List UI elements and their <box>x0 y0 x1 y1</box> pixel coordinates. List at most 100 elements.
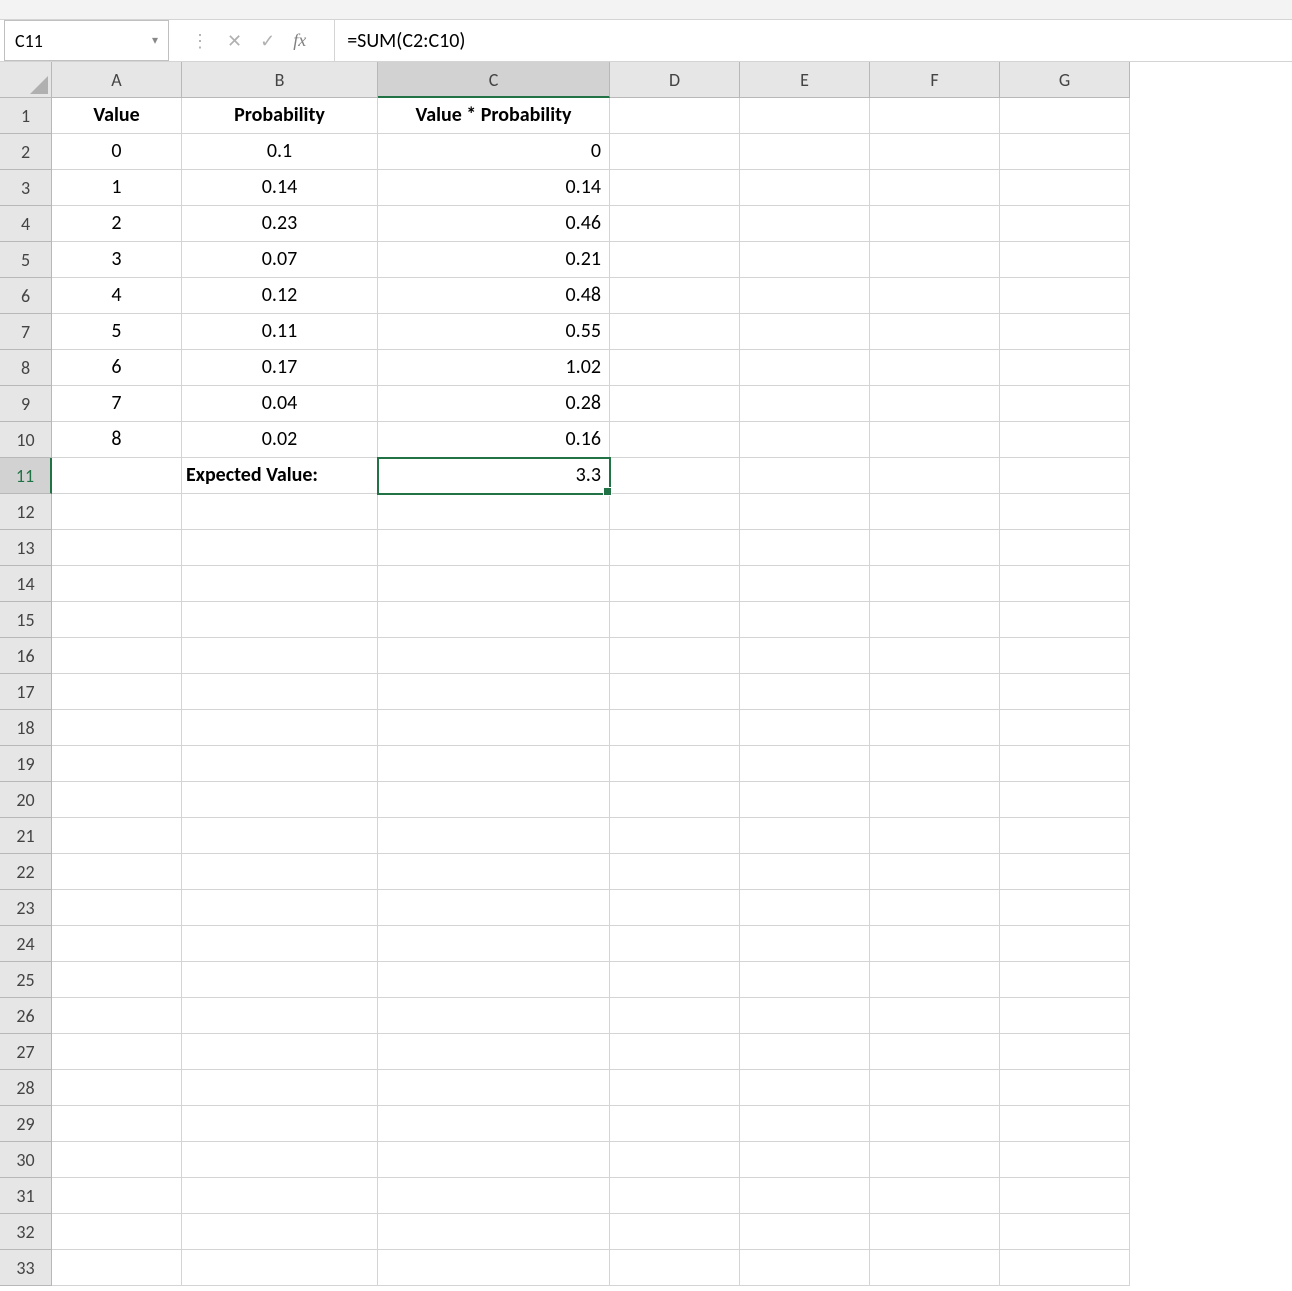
cell-B3[interactable]: 0.14 <box>182 170 378 206</box>
cell-B13[interactable] <box>182 530 378 566</box>
cell-D5[interactable] <box>610 242 740 278</box>
cell-C11[interactable]: 3.3 <box>378 458 610 494</box>
row-header-25[interactable]: 25 <box>0 962 52 998</box>
row-header-12[interactable]: 12 <box>0 494 52 530</box>
cell-G2[interactable] <box>1000 134 1130 170</box>
cell-A17[interactable] <box>52 674 182 710</box>
row-header-20[interactable]: 20 <box>0 782 52 818</box>
cell-A27[interactable] <box>52 1034 182 1070</box>
cell-C5[interactable]: 0.21 <box>378 242 610 278</box>
cell-E15[interactable] <box>740 602 870 638</box>
cell-C17[interactable] <box>378 674 610 710</box>
cell-B18[interactable] <box>182 710 378 746</box>
cell-E3[interactable] <box>740 170 870 206</box>
cell-A1[interactable]: Value <box>52 98 182 134</box>
cell-B21[interactable] <box>182 818 378 854</box>
cell-A12[interactable] <box>52 494 182 530</box>
cell-F24[interactable] <box>870 926 1000 962</box>
cell-B30[interactable] <box>182 1142 378 1178</box>
cell-C32[interactable] <box>378 1214 610 1250</box>
row-header-1[interactable]: 1 <box>0 98 52 134</box>
cell-B28[interactable] <box>182 1070 378 1106</box>
cell-C12[interactable] <box>378 494 610 530</box>
cell-F7[interactable] <box>870 314 1000 350</box>
cell-A22[interactable] <box>52 854 182 890</box>
cell-D13[interactable] <box>610 530 740 566</box>
cell-E24[interactable] <box>740 926 870 962</box>
cell-F9[interactable] <box>870 386 1000 422</box>
cell-C7[interactable]: 0.55 <box>378 314 610 350</box>
cell-B33[interactable] <box>182 1250 378 1286</box>
cell-D17[interactable] <box>610 674 740 710</box>
cell-C9[interactable]: 0.28 <box>378 386 610 422</box>
cell-F18[interactable] <box>870 710 1000 746</box>
cell-A13[interactable] <box>52 530 182 566</box>
row-header-26[interactable]: 26 <box>0 998 52 1034</box>
cell-G21[interactable] <box>1000 818 1130 854</box>
cell-D2[interactable] <box>610 134 740 170</box>
cell-G17[interactable] <box>1000 674 1130 710</box>
cell-B26[interactable] <box>182 998 378 1034</box>
cell-G32[interactable] <box>1000 1214 1130 1250</box>
cell-E9[interactable] <box>740 386 870 422</box>
cell-D21[interactable] <box>610 818 740 854</box>
cell-A23[interactable] <box>52 890 182 926</box>
cell-A19[interactable] <box>52 746 182 782</box>
cell-D33[interactable] <box>610 1250 740 1286</box>
cell-C26[interactable] <box>378 998 610 1034</box>
cell-E17[interactable] <box>740 674 870 710</box>
cell-C8[interactable]: 1.02 <box>378 350 610 386</box>
cell-F3[interactable] <box>870 170 1000 206</box>
cell-D11[interactable] <box>610 458 740 494</box>
cell-C23[interactable] <box>378 890 610 926</box>
cell-A32[interactable] <box>52 1214 182 1250</box>
cell-E31[interactable] <box>740 1178 870 1214</box>
cell-E16[interactable] <box>740 638 870 674</box>
cell-A33[interactable] <box>52 1250 182 1286</box>
cell-G16[interactable] <box>1000 638 1130 674</box>
cell-E2[interactable] <box>740 134 870 170</box>
cell-G24[interactable] <box>1000 926 1130 962</box>
cell-E32[interactable] <box>740 1214 870 1250</box>
cell-B7[interactable]: 0.11 <box>182 314 378 350</box>
row-header-24[interactable]: 24 <box>0 926 52 962</box>
fx-icon[interactable]: fx <box>293 30 316 51</box>
col-header-G[interactable]: G <box>1000 62 1130 98</box>
cell-G6[interactable] <box>1000 278 1130 314</box>
cell-B2[interactable]: 0.1 <box>182 134 378 170</box>
cell-G4[interactable] <box>1000 206 1130 242</box>
cell-D25[interactable] <box>610 962 740 998</box>
cell-C19[interactable] <box>378 746 610 782</box>
cell-G28[interactable] <box>1000 1070 1130 1106</box>
cell-A26[interactable] <box>52 998 182 1034</box>
cell-D32[interactable] <box>610 1214 740 1250</box>
cell-C16[interactable] <box>378 638 610 674</box>
cell-D30[interactable] <box>610 1142 740 1178</box>
cell-D22[interactable] <box>610 854 740 890</box>
cell-C24[interactable] <box>378 926 610 962</box>
cell-A5[interactable]: 3 <box>52 242 182 278</box>
row-header-33[interactable]: 33 <box>0 1250 52 1286</box>
cell-B25[interactable] <box>182 962 378 998</box>
cell-C10[interactable]: 0.16 <box>378 422 610 458</box>
cell-A2[interactable]: 0 <box>52 134 182 170</box>
cell-G14[interactable] <box>1000 566 1130 602</box>
cell-F22[interactable] <box>870 854 1000 890</box>
cell-D28[interactable] <box>610 1070 740 1106</box>
row-header-19[interactable]: 19 <box>0 746 52 782</box>
cell-D24[interactable] <box>610 926 740 962</box>
cell-F28[interactable] <box>870 1070 1000 1106</box>
row-header-14[interactable]: 14 <box>0 566 52 602</box>
cell-D12[interactable] <box>610 494 740 530</box>
cell-C1[interactable]: Value * Probability <box>378 98 610 134</box>
cell-F12[interactable] <box>870 494 1000 530</box>
cell-F5[interactable] <box>870 242 1000 278</box>
cell-D9[interactable] <box>610 386 740 422</box>
row-header-31[interactable]: 31 <box>0 1178 52 1214</box>
cell-A31[interactable] <box>52 1178 182 1214</box>
col-header-F[interactable]: F <box>870 62 1000 98</box>
cell-C15[interactable] <box>378 602 610 638</box>
cell-B11[interactable]: Expected Value: <box>182 458 378 494</box>
cell-C14[interactable] <box>378 566 610 602</box>
row-header-13[interactable]: 13 <box>0 530 52 566</box>
